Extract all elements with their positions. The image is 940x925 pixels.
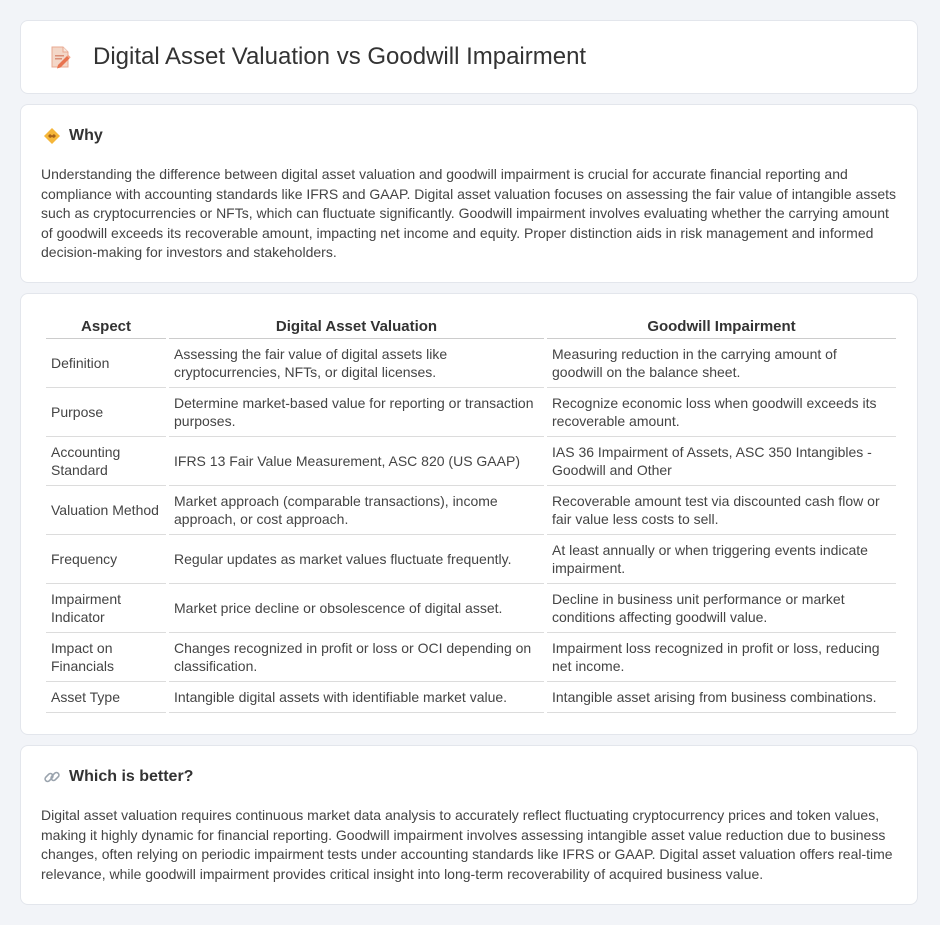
which-is-better-section: Which is better? Digital asset valuation…	[20, 745, 918, 905]
header-goodwill-impairment: Goodwill Impairment	[547, 314, 896, 339]
table-row: Definition Assessing the fair value of d…	[46, 339, 896, 388]
goodwill-cell: Decline in business unit performance or …	[547, 584, 896, 633]
better-title: Which is better?	[69, 768, 194, 785]
header-digital-asset-valuation: Digital Asset Valuation	[169, 314, 544, 339]
diamond-handshake-icon	[43, 127, 61, 145]
why-title: Why	[69, 127, 103, 144]
document-pencil-icon	[47, 44, 73, 70]
goodwill-cell: IAS 36 Impairment of Assets, ASC 350 Int…	[547, 437, 896, 486]
aspect-cell: Impact on Financials	[46, 633, 166, 682]
page-title: Digital Asset Valuation vs Goodwill Impa…	[93, 43, 587, 70]
table-row: Accounting Standard IFRS 13 Fair Value M…	[46, 437, 896, 486]
digital-asset-cell: Determine market-based value for reporti…	[169, 388, 544, 437]
link-icon	[43, 768, 61, 786]
comparison-section: Aspect Digital Asset Valuation Goodwill …	[20, 293, 918, 735]
table-row: Asset Type Intangible digital assets wit…	[46, 682, 896, 713]
goodwill-cell: Recognize economic loss when goodwill ex…	[547, 388, 896, 437]
goodwill-cell: Recoverable amount test via discounted c…	[547, 486, 896, 535]
table-header-row: Aspect Digital Asset Valuation Goodwill …	[46, 314, 896, 339]
table-row: Impairment Indicator Market price declin…	[46, 584, 896, 633]
better-text: Digital asset valuation requires continu…	[41, 807, 893, 882]
digital-asset-cell: Market price decline or obsolescence of …	[169, 584, 544, 633]
goodwill-cell: Measuring reduction in the carrying amou…	[547, 339, 896, 388]
why-heading: Why	[43, 127, 103, 145]
header-aspect: Aspect	[46, 314, 166, 339]
aspect-cell: Valuation Method	[46, 486, 166, 535]
title-wrap: Digital Asset Valuation vs Goodwill Impa…	[47, 43, 586, 71]
why-text: Understanding the difference between dig…	[41, 166, 896, 261]
table-row: Impact on Financials Changes recognized …	[46, 633, 896, 682]
table-row: Frequency Regular updates as market valu…	[46, 535, 896, 584]
digital-asset-cell: Changes recognized in profit or loss or …	[169, 633, 544, 682]
why-section: Why Understanding the difference between…	[20, 104, 918, 283]
better-heading: Which is better?	[43, 768, 193, 786]
aspect-cell: Accounting Standard	[46, 437, 166, 486]
comparison-table: Aspect Digital Asset Valuation Goodwill …	[43, 314, 899, 713]
goodwill-cell: Intangible asset arising from business c…	[547, 682, 896, 713]
goodwill-cell: At least annually or when triggering eve…	[547, 535, 896, 584]
digital-asset-cell: Regular updates as market values fluctua…	[169, 535, 544, 584]
goodwill-cell: Impairment loss recognized in profit or …	[547, 633, 896, 682]
table-row: Purpose Determine market-based value for…	[46, 388, 896, 437]
aspect-cell: Definition	[46, 339, 166, 388]
aspect-cell: Frequency	[46, 535, 166, 584]
digital-asset-cell: IFRS 13 Fair Value Measurement, ASC 820 …	[169, 437, 544, 486]
digital-asset-cell: Intangible digital assets with identifia…	[169, 682, 544, 713]
digital-asset-cell: Market approach (comparable transactions…	[169, 486, 544, 535]
aspect-cell: Asset Type	[46, 682, 166, 713]
digital-asset-cell: Assessing the fair value of digital asse…	[169, 339, 544, 388]
table-row: Valuation Method Market approach (compar…	[46, 486, 896, 535]
aspect-cell: Purpose	[46, 388, 166, 437]
aspect-cell: Impairment Indicator	[46, 584, 166, 633]
title-card: Digital Asset Valuation vs Goodwill Impa…	[20, 20, 918, 94]
